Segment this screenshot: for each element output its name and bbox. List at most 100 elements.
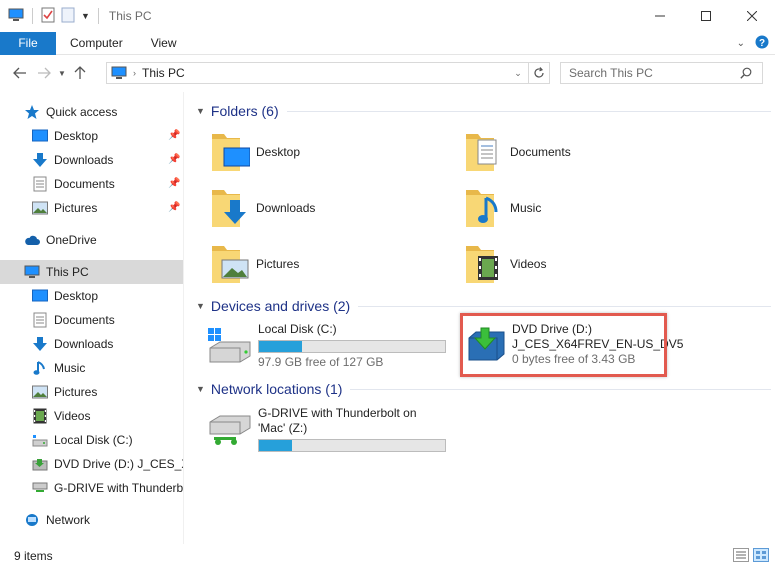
sidebar-item-label: Pictures xyxy=(54,385,98,399)
drive-info: Local Disk (C:) 97.9 GB free of 127 GB xyxy=(258,322,446,370)
sidebar-item-dvd-drive[interactable]: DVD Drive (D:) J_CES_X64 xyxy=(0,452,183,476)
music-folder-icon xyxy=(464,186,504,230)
new-folder-icon[interactable] xyxy=(61,7,75,26)
document-icon xyxy=(32,176,48,192)
group-title: Folders (6) xyxy=(210,103,279,119)
collapse-chevron-icon[interactable]: ▼ xyxy=(196,301,205,311)
desktop-icon xyxy=(32,288,48,304)
sidebar-item-label: G-DRIVE with Thunderbo xyxy=(54,481,183,495)
sidebar-item-pictures[interactable]: Pictures xyxy=(0,380,183,404)
sidebar-item-videos[interactable]: Videos xyxy=(0,404,183,428)
tab-file[interactable]: File xyxy=(0,31,56,55)
network-drive-icon xyxy=(32,480,48,496)
navigation-pane: Quick access Desktop 📌 Downloads 📌 Docum… xyxy=(0,92,184,544)
sidebar-item-this-pc[interactable]: This PC xyxy=(0,260,183,284)
toolbar-separator xyxy=(97,8,99,24)
breadcrumb-separator-icon[interactable]: › xyxy=(133,68,136,78)
sidebar-item-label: Network xyxy=(46,513,91,527)
window-controls xyxy=(637,0,775,32)
folder-tile-pictures[interactable]: Pictures xyxy=(210,240,450,288)
group-divider xyxy=(350,388,771,390)
sidebar-item-network[interactable]: Network xyxy=(0,508,183,532)
sidebar-item-g-drive[interactable]: G-DRIVE with Thunderbo xyxy=(0,476,183,500)
sidebar-item-quick-desktop[interactable]: Desktop 📌 xyxy=(0,124,183,148)
search-icon[interactable] xyxy=(740,67,769,82)
forward-button[interactable] xyxy=(32,61,56,85)
address-history-button[interactable]: ⌄ xyxy=(509,63,527,83)
desktop-icon xyxy=(32,128,48,144)
group-header-folders[interactable]: ▼ Folders (6) xyxy=(196,100,771,122)
up-button[interactable] xyxy=(68,61,92,85)
pin-icon[interactable]: 📌 xyxy=(168,130,180,141)
group-header-network[interactable]: ▼ Network locations (1) xyxy=(196,378,771,400)
download-arrow-icon xyxy=(32,336,48,352)
large-icons-view-icon[interactable] xyxy=(753,548,769,565)
status-bar: 9 items xyxy=(0,544,775,568)
help-icon[interactable]: ? xyxy=(755,35,769,52)
customize-toolbar-chevron-icon[interactable]: ▼ xyxy=(81,11,90,21)
drive-tile-local-disk-c[interactable]: Local Disk (C:) 97.9 GB free of 127 GB xyxy=(206,322,446,370)
properties-icon[interactable] xyxy=(41,7,55,26)
sidebar-item-quick-access[interactable]: Quick access xyxy=(0,100,183,124)
folder-tile-music[interactable]: Music xyxy=(464,184,704,232)
film-icon xyxy=(32,408,48,424)
sidebar-item-label: Desktop xyxy=(54,289,99,303)
cloud-icon xyxy=(24,232,40,248)
toolbar-separator xyxy=(32,8,33,24)
pin-icon[interactable]: 📌 xyxy=(168,202,180,213)
sidebar-item-label: Pictures xyxy=(54,201,98,215)
sidebar-item-local-disk-c[interactable]: Local Disk (C:) xyxy=(0,428,183,452)
folder-tile-desktop[interactable]: Desktop xyxy=(210,128,450,176)
sidebar-item-music[interactable]: Music xyxy=(0,356,183,380)
search-input[interactable]: Search This PC xyxy=(560,62,763,84)
computer-icon xyxy=(24,264,40,280)
folder-tile-downloads[interactable]: Downloads xyxy=(210,184,450,232)
svg-text:?: ? xyxy=(759,38,765,49)
navigation-row: ▼ › This PC ⌄ Search This PC xyxy=(0,56,775,90)
recent-locations-button[interactable]: ▼ xyxy=(56,61,68,85)
title-bar: ▼ This PC xyxy=(0,0,775,32)
sidebar-item-documents[interactable]: Documents xyxy=(0,308,183,332)
sidebar-item-quick-pictures[interactable]: Pictures 📌 xyxy=(0,196,183,220)
sidebar-item-downloads[interactable]: Downloads xyxy=(0,332,183,356)
chevron-down-icon: ⌄ xyxy=(514,67,522,78)
pin-icon[interactable]: 📌 xyxy=(168,154,180,165)
folder-tile-videos[interactable]: Videos xyxy=(464,240,704,288)
sidebar-item-label: Documents xyxy=(54,313,115,327)
view-toggle-group xyxy=(733,548,769,565)
collapse-chevron-icon[interactable]: ▼ xyxy=(196,384,205,394)
maximize-button[interactable] xyxy=(683,0,729,32)
refresh-button[interactable] xyxy=(528,63,549,83)
network-drive-tile-g-drive[interactable]: G-DRIVE with Thunderbolt on 'Mac' (Z:) xyxy=(206,406,446,454)
address-bar[interactable]: › This PC ⌄ xyxy=(106,62,550,84)
sidebar-item-onedrive[interactable]: OneDrive xyxy=(0,228,183,252)
drive-usage-bar xyxy=(258,439,446,452)
drive-free-space: 97.9 GB free of 127 GB xyxy=(258,355,384,369)
star-icon xyxy=(24,104,40,120)
pin-icon[interactable]: 📌 xyxy=(168,178,180,189)
drive-name: G-DRIVE with Thunderbolt on xyxy=(258,406,417,420)
documents-folder-icon xyxy=(464,130,504,174)
details-view-icon[interactable] xyxy=(733,548,749,565)
sidebar-item-desktop[interactable]: Desktop xyxy=(0,284,183,308)
sidebar-item-quick-downloads[interactable]: Downloads 📌 xyxy=(0,148,183,172)
group-divider xyxy=(358,305,771,307)
tab-view[interactable]: View xyxy=(137,32,191,55)
expand-ribbon-chevron-icon[interactable]: ⌄ xyxy=(737,38,745,49)
music-note-icon xyxy=(32,360,48,376)
breadcrumb-this-pc[interactable]: This PC xyxy=(142,66,185,80)
close-button[interactable] xyxy=(729,0,775,32)
sidebar-item-label: Local Disk (C:) xyxy=(54,433,133,447)
sidebar-item-label: DVD Drive (D:) J_CES_X64 xyxy=(54,457,183,471)
folder-tile-documents[interactable]: Documents xyxy=(464,128,704,176)
tab-computer[interactable]: Computer xyxy=(56,32,137,55)
selection-highlight-box xyxy=(460,313,667,377)
sidebar-item-quick-documents[interactable]: Documents 📌 xyxy=(0,172,183,196)
drive-info: G-DRIVE with Thunderbolt on 'Mac' (Z:) xyxy=(258,406,446,454)
group-title: Network locations (1) xyxy=(210,381,343,397)
window-title: This PC xyxy=(108,9,152,23)
collapse-chevron-icon[interactable]: ▼ xyxy=(196,106,205,116)
picture-icon xyxy=(32,384,48,400)
minimize-button[interactable] xyxy=(637,0,683,32)
back-button[interactable] xyxy=(8,61,32,85)
